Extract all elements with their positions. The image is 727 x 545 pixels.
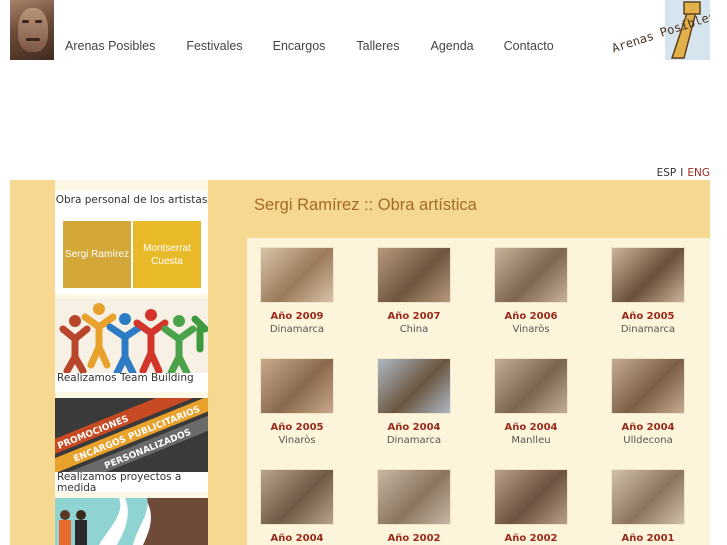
page-title: Sergi Ramírez :: Obra artística bbox=[254, 196, 477, 214]
custom-projects-banner: PROMOCIONES ENCARGOS PUBLICITARIOS PERSO… bbox=[55, 398, 208, 492]
artwork-item[interactable]: Año 2004 Dinamarca bbox=[364, 358, 464, 447]
artwork-thumbnail[interactable] bbox=[611, 358, 685, 414]
custom-projects-promo[interactable]: PROMOCIONES ENCARGOS PUBLICITARIOS PERSO… bbox=[55, 398, 208, 492]
artwork-year[interactable]: Año 2004 bbox=[481, 422, 581, 434]
artist-sergi-button[interactable]: Sergi Ramírez bbox=[63, 221, 131, 288]
artist-montserrat-button[interactable]: Montserrat Cuesta bbox=[133, 221, 201, 288]
artwork-item[interactable]: Año 2004 Ulldecona bbox=[598, 358, 698, 447]
artwork-place: Dinamarca bbox=[269, 324, 325, 335]
artwork-thumbnail[interactable] bbox=[494, 469, 568, 525]
artwork-thumbnail[interactable] bbox=[494, 358, 568, 414]
custom-projects-caption: Realizamos proyectos a medida bbox=[57, 471, 182, 493]
artwork-place: Vinaròs bbox=[512, 324, 550, 335]
artwork-year[interactable]: Año 2004 bbox=[247, 533, 347, 545]
team-building-promo[interactable]: Realizamos Team Building bbox=[55, 299, 208, 392]
artwork-item[interactable]: Año 2009 Dinamarca bbox=[247, 247, 347, 336]
nav-agenda[interactable]: Agenda bbox=[431, 39, 474, 53]
artwork-year[interactable]: Año 2007 bbox=[364, 311, 464, 323]
artwork-item[interactable]: Año 2004 bbox=[247, 469, 347, 545]
artwork-item[interactable]: Año 2006 Vinaròs bbox=[481, 247, 581, 336]
artwork-item[interactable]: Año 2002 bbox=[364, 469, 464, 545]
artwork-place: Manlleu bbox=[511, 435, 551, 446]
artwork-item[interactable]: Año 2005 Vinaròs bbox=[247, 358, 347, 447]
nav-arenas-posibles[interactable]: Arenas Posibles bbox=[65, 39, 155, 53]
artwork-year[interactable]: Año 2001 bbox=[598, 533, 698, 545]
artwork-item[interactable]: Año 2007 China bbox=[364, 247, 464, 336]
team-building-caption: Realizamos Team Building bbox=[57, 372, 194, 384]
artwork-year[interactable]: Año 2005 bbox=[247, 422, 347, 434]
artwork-item[interactable]: Año 2004 Manlleu bbox=[481, 358, 581, 447]
artwork-thumbnail[interactable] bbox=[611, 247, 685, 303]
nav-talleres[interactable]: Talleres bbox=[356, 39, 399, 53]
artists-box-title: Obra personal de los artistas bbox=[55, 194, 208, 206]
artwork-thumbnail[interactable] bbox=[377, 358, 451, 414]
artwork-thumbnail[interactable] bbox=[494, 247, 568, 303]
artwork-place: Vinaròs bbox=[278, 435, 316, 446]
header: Arenas Posibles Festivales Encargos Tall… bbox=[10, 0, 710, 60]
artwork-place: Dinamarca bbox=[620, 324, 676, 335]
artwork-thumbnail[interactable] bbox=[377, 247, 451, 303]
artwork-year[interactable]: Año 2005 bbox=[598, 311, 698, 323]
artwork-place: Dinamarca bbox=[386, 435, 442, 446]
lang-eng[interactable]: ENG bbox=[687, 167, 710, 179]
main-nav: Arenas Posibles Festivales Encargos Tall… bbox=[65, 39, 584, 53]
artwork-thumbnail[interactable] bbox=[260, 247, 334, 303]
artwork-year[interactable]: Año 2002 bbox=[364, 533, 464, 545]
artwork-item[interactable]: Año 2005 Dinamarca bbox=[598, 247, 698, 336]
team-building-illustration bbox=[55, 299, 208, 377]
nav-festivales[interactable]: Festivales bbox=[186, 39, 242, 53]
artwork-year[interactable]: Año 2004 bbox=[598, 422, 698, 434]
arenas-posibles-logo[interactable]: Arenas Posibles bbox=[610, 0, 710, 60]
artwork-gallery: Año 2009 Dinamarca Año 2007 China Año 2006 Vi… bbox=[247, 238, 710, 545]
workshop-illustration bbox=[55, 498, 208, 545]
artwork-year[interactable]: Año 2009 bbox=[247, 311, 347, 323]
nav-encargos[interactable]: Encargos bbox=[273, 39, 326, 53]
artwork-thumbnail[interactable] bbox=[260, 358, 334, 414]
artwork-year[interactable]: Año 2004 bbox=[364, 422, 464, 434]
statue-image bbox=[10, 0, 54, 60]
artwork-place: China bbox=[399, 324, 429, 335]
artwork-thumbnail[interactable] bbox=[377, 469, 451, 525]
artwork-year[interactable]: Año 2002 bbox=[481, 533, 581, 545]
artwork-thumbnail[interactable] bbox=[260, 469, 334, 525]
workshop-promo[interactable] bbox=[55, 498, 208, 545]
artwork-year[interactable]: Año 2006 bbox=[481, 311, 581, 323]
nav-contacto[interactable]: Contacto bbox=[504, 39, 554, 53]
language-switch: ESP I ENG bbox=[656, 167, 710, 179]
lang-esp[interactable]: ESP bbox=[657, 167, 677, 179]
artwork-place: Ulldecona bbox=[623, 435, 673, 446]
artwork-item[interactable]: Año 2002 bbox=[481, 469, 581, 545]
artwork-thumbnail[interactable] bbox=[611, 469, 685, 525]
artists-box: Obra personal de los artistas Sergi Ramí… bbox=[55, 191, 208, 294]
artwork-item[interactable]: Año 2001 bbox=[598, 469, 698, 545]
